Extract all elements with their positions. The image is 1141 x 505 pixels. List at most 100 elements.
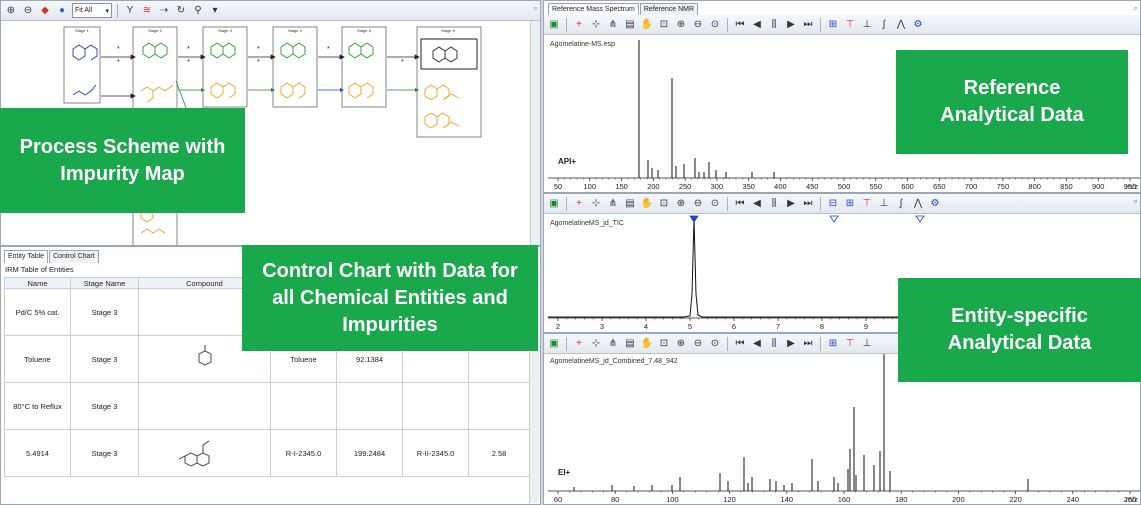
callout-text: Process Scheme with Impurity Map: [19, 135, 226, 185]
x-axis-tick-label: 80: [611, 495, 619, 504]
peak-marker-icon[interactable]: [829, 215, 839, 223]
database-icon[interactable]: ▤: [623, 18, 637, 32]
column-header[interactable]: Stage Name: [70, 277, 139, 289]
last-icon[interactable]: ⏭: [801, 337, 815, 351]
integrate-icon[interactable]: ∫: [877, 18, 891, 32]
scheme-toolbar: ⊕ ⊖ ◆ ● Fit All ▾ Y ≋ ⇢ ↻ ⚲ ▾: [1, 1, 540, 21]
zoom-reset-icon[interactable]: ⊙: [708, 18, 722, 32]
spectrum-icon[interactable]: ▣: [547, 337, 561, 351]
fit-select[interactable]: Fit All ▾: [72, 3, 112, 18]
zoom-out-icon[interactable]: ⊖: [21, 4, 35, 18]
column-header[interactable]: Name: [4, 277, 71, 289]
x-axis-tick-label: 7: [776, 322, 780, 331]
toolbar-separator: [820, 196, 821, 211]
hand-icon[interactable]: ✋: [640, 18, 654, 32]
toolbar-separator: [727, 336, 728, 351]
marker-icon[interactable]: ⊤: [843, 337, 857, 351]
settings-icon[interactable]: ⚙: [928, 197, 942, 211]
link-icon[interactable]: ⇢: [157, 4, 171, 18]
spectrum-icon[interactable]: ▣: [547, 197, 561, 211]
table-row[interactable]: 5.4914 Stage 3 R-I-2345.0 199.2484 R-II-…: [4, 429, 530, 477]
peak-edit-icon[interactable]: ⊹: [589, 337, 603, 351]
stage-box[interactable]: Stage 1: [63, 26, 101, 104]
hand-icon[interactable]: ✋: [640, 197, 654, 211]
stage-box[interactable]: Stage 4: [272, 26, 318, 108]
prev-icon[interactable]: ◀: [750, 197, 764, 211]
scheme-scrollbar[interactable]: [530, 21, 540, 245]
chart-icon[interactable]: ≋: [140, 4, 154, 18]
first-icon[interactable]: ⏮: [733, 197, 747, 211]
spectrum-icon[interactable]: ▣: [547, 18, 561, 32]
baseline-icon[interactable]: ⊥: [860, 18, 874, 32]
first-icon[interactable]: ⏮: [733, 337, 747, 351]
table-row[interactable]: 80°C to Reflux Stage 3: [4, 382, 530, 430]
peak-edit-icon[interactable]: ⊹: [589, 197, 603, 211]
zoom-reset-icon[interactable]: ⊙: [708, 197, 722, 211]
peak-list-icon[interactable]: ⋔: [606, 197, 620, 211]
cell-name: 5.4914: [4, 429, 71, 477]
compare-icon[interactable]: ⊞: [843, 197, 857, 211]
marker-icon[interactable]: ⊤: [860, 197, 874, 211]
last-icon[interactable]: ⏭: [801, 18, 815, 32]
label-icon[interactable]: ⋀: [911, 197, 925, 211]
peak-marker-icon[interactable]: [689, 215, 699, 223]
peak-add-icon[interactable]: +: [572, 197, 586, 211]
zoom-in-icon[interactable]: ⊕: [674, 18, 688, 32]
first-icon[interactable]: ⏮: [733, 18, 747, 32]
prev-icon[interactable]: ◀: [750, 337, 764, 351]
baseline-icon[interactable]: ⊥: [860, 337, 874, 351]
zoom-box-icon[interactable]: ⊡: [657, 337, 671, 351]
peaks-icon[interactable]: ⫼: [767, 337, 781, 351]
pin-icon[interactable]: ▫: [1134, 3, 1137, 13]
zoom-box-icon[interactable]: ⊡: [657, 197, 671, 211]
zoom-box-icon[interactable]: ⊡: [657, 18, 671, 32]
zoom-out-icon[interactable]: ⊖: [691, 337, 705, 351]
zoom-in-icon[interactable]: ⊕: [674, 197, 688, 211]
zoom-in-icon[interactable]: ⊕: [4, 4, 18, 18]
baseline-icon[interactable]: ⊥: [877, 197, 891, 211]
zoom-out-icon[interactable]: ⊖: [691, 197, 705, 211]
peak-add-icon[interactable]: +: [572, 337, 586, 351]
zoom-in-icon[interactable]: ⊕: [674, 337, 688, 351]
pin-icon[interactable]: ▫: [1134, 196, 1137, 206]
peaks-icon[interactable]: ⫼: [767, 197, 781, 211]
pin-icon[interactable]: ▫: [534, 3, 537, 13]
peak-marker-icon[interactable]: [915, 215, 925, 223]
database-icon[interactable]: ▤: [623, 337, 637, 351]
tab-control-chart[interactable]: Control Chart: [49, 250, 99, 263]
peak-edit-icon[interactable]: ⊹: [589, 18, 603, 32]
color-icon[interactable]: ●: [55, 4, 69, 18]
zoom-out-icon[interactable]: ⊖: [691, 18, 705, 32]
x-axis-tick-label: 350: [742, 182, 755, 191]
hand-icon[interactable]: ✋: [640, 337, 654, 351]
settings-icon[interactable]: ⚙: [911, 18, 925, 32]
next-icon[interactable]: ▶: [784, 197, 798, 211]
next-icon[interactable]: ▶: [784, 18, 798, 32]
highlight-icon[interactable]: ◆: [38, 4, 52, 18]
extract-icon[interactable]: ⊟: [826, 197, 840, 211]
refresh-icon[interactable]: ↻: [174, 4, 188, 18]
peak-list-icon[interactable]: ⋔: [606, 18, 620, 32]
compare-icon[interactable]: ⊞: [826, 337, 840, 351]
label-icon[interactable]: ⋀: [894, 18, 908, 32]
compare-icon[interactable]: ⊞: [826, 18, 840, 32]
last-icon[interactable]: ⏭: [801, 197, 815, 211]
peaks-icon[interactable]: ⫼: [767, 18, 781, 32]
integrate-icon[interactable]: ∫: [894, 197, 908, 211]
x-axis-tick-label: 3: [600, 322, 604, 331]
marker-icon[interactable]: ⊤: [843, 18, 857, 32]
stage-box[interactable]: Stage 5: [341, 26, 387, 108]
svg-text:*: *: [257, 46, 260, 53]
more-icon[interactable]: ▾: [208, 4, 222, 18]
search-icon[interactable]: ⚲: [191, 4, 205, 18]
tab-entity-table[interactable]: Entity Table: [4, 250, 49, 263]
prev-icon[interactable]: ◀: [750, 18, 764, 32]
stage-box[interactable]: Stage 3: [202, 26, 248, 108]
database-icon[interactable]: ▤: [623, 197, 637, 211]
next-icon[interactable]: ▶: [784, 337, 798, 351]
filter-icon[interactable]: Y: [123, 4, 137, 18]
peak-add-icon[interactable]: +: [572, 18, 586, 32]
peak-list-icon[interactable]: ⋔: [606, 337, 620, 351]
zoom-reset-icon[interactable]: ⊙: [708, 337, 722, 351]
entity-data-callout: Entity-specific Analytical Data: [898, 278, 1141, 382]
